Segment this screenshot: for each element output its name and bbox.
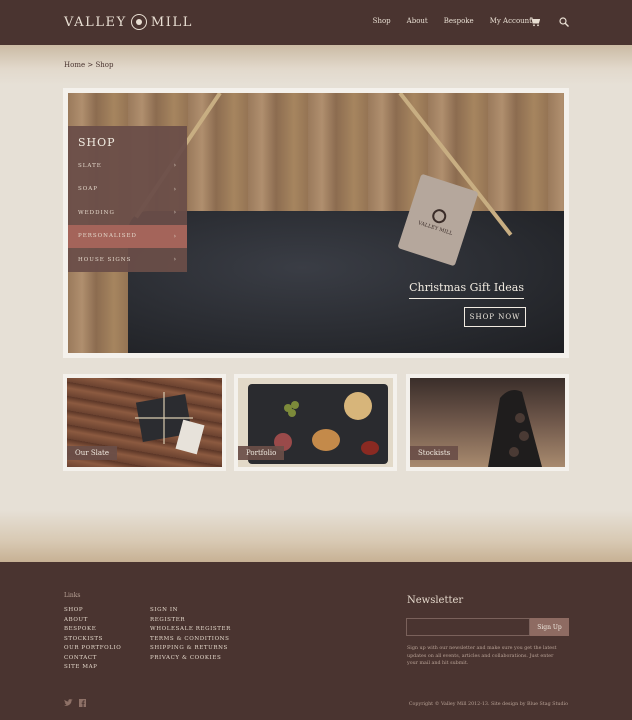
footer-link-sign-in[interactable]: SIGN IN xyxy=(150,607,231,613)
facebook-icon[interactable] xyxy=(79,699,86,707)
newsletter-title: Newsletter xyxy=(407,595,464,606)
footer-link-terms[interactable]: TERMS & CONDITIONS xyxy=(150,636,231,642)
menu-item-soap[interactable]: SOAP › xyxy=(68,178,187,202)
menu-item-label: WEDDING xyxy=(78,209,115,216)
tile-our-slate[interactable]: Our Slate xyxy=(63,374,226,471)
nav-my-account[interactable]: My Account xyxy=(490,17,532,25)
menu-item-label: SLATE xyxy=(78,162,102,169)
breadcrumb: Home > Shop xyxy=(64,61,113,69)
chevron-right-icon: › xyxy=(173,185,177,193)
chevron-right-icon: › xyxy=(173,162,177,170)
chevron-right-icon: › xyxy=(173,256,177,264)
nav-bespoke[interactable]: Bespoke xyxy=(444,17,474,25)
tile-image-portfolio: Portfolio xyxy=(238,378,393,467)
menu-item-label: PERSONALISED xyxy=(78,233,137,240)
tile-image-stockists: Stockists xyxy=(410,378,565,467)
chevron-right-icon: › xyxy=(173,232,177,240)
footer-links-title: Links xyxy=(64,592,81,599)
twitter-icon[interactable] xyxy=(64,699,73,707)
footer-link-register[interactable]: REGISTER xyxy=(150,617,231,623)
footer-link-shop[interactable]: SHOP xyxy=(64,607,121,613)
menu-item-personalised[interactable]: PERSONALISED › xyxy=(68,224,187,248)
site-footer: Links SHOP ABOUT BESPOKE STOCKISTS OUR P… xyxy=(0,562,632,720)
footer-links-column-1: SHOP ABOUT BESPOKE STOCKISTS OUR PORTFOL… xyxy=(64,607,121,670)
nav-about[interactable]: About xyxy=(407,17,428,25)
tile-label: Stockists xyxy=(410,446,459,460)
hero-caption: Christmas Gift Ideas xyxy=(409,281,524,299)
footer-link-privacy[interactable]: PRIVACY & COOKIES xyxy=(150,655,231,661)
tile-label: Our Slate xyxy=(67,446,117,460)
main-nav: Shop About Bespoke My Account xyxy=(373,17,532,25)
tile-label: Portfolio xyxy=(238,446,285,460)
menu-item-house-signs[interactable]: HOUSE SIGNS › xyxy=(68,248,187,272)
sign-up-button[interactable]: Sign Up xyxy=(530,618,569,636)
tile-image-our-slate: Our Slate xyxy=(67,378,222,467)
tile-stockists[interactable]: Stockists xyxy=(406,374,569,471)
shop-category-menu: SHOP SLATE › SOAP › WEDDING › PERSONALIS… xyxy=(68,126,187,272)
newsletter-description: Sign up with our newsletter and make sur… xyxy=(407,646,557,666)
footer-link-about[interactable]: ABOUT xyxy=(64,617,121,623)
menu-item-wedding[interactable]: WEDDING › xyxy=(68,201,187,225)
menu-item-label: SOAP xyxy=(78,186,98,193)
copyright-text: Copyright © Valley Mill 2012-13. Site de… xyxy=(408,702,568,707)
social-links xyxy=(64,699,86,707)
tag-emblem-icon xyxy=(430,206,449,225)
tag-brand: VALLEY MILL xyxy=(417,219,454,237)
logo[interactable]: VALLEY MILL xyxy=(64,12,193,32)
cart-icon[interactable] xyxy=(530,17,540,27)
footer-links-column-2: SIGN IN REGISTER WHOLESALE REGISTER TERM… xyxy=(150,607,231,661)
breadcrumb-current: Shop xyxy=(95,61,114,69)
breadcrumb-separator: > xyxy=(85,61,96,69)
menu-item-slate[interactable]: SLATE › xyxy=(68,154,187,178)
site-header: VALLEY MILL Shop About Bespoke My Accoun… xyxy=(0,0,632,45)
logo-text-mill: MILL xyxy=(150,14,193,30)
footer-link-bespoke[interactable]: BESPOKE xyxy=(64,626,121,632)
nav-shop[interactable]: Shop xyxy=(373,17,391,25)
logo-text-valley: VALLEY xyxy=(64,14,127,30)
wood-band-bottom xyxy=(0,510,632,562)
chevron-right-icon: › xyxy=(173,209,177,217)
search-icon[interactable] xyxy=(559,17,569,27)
logo-emblem-icon xyxy=(130,14,147,30)
shop-now-button[interactable]: SHOP NOW xyxy=(464,307,526,327)
footer-link-wholesale-register[interactable]: WHOLESALE REGISTER xyxy=(150,626,231,632)
footer-link-contact[interactable]: CONTACT xyxy=(64,655,121,661)
footer-link-portfolio[interactable]: OUR PORTFOLIO xyxy=(64,645,121,651)
footer-link-site-map[interactable]: SITE MAP xyxy=(64,664,121,670)
newsletter-email-input[interactable] xyxy=(406,618,530,636)
tile-portfolio[interactable]: Portfolio xyxy=(234,374,397,471)
footer-link-shipping[interactable]: SHIPPING & RETURNS xyxy=(150,645,231,651)
breadcrumb-home[interactable]: Home xyxy=(64,61,85,69)
footer-link-stockists[interactable]: STOCKISTS xyxy=(64,636,121,642)
menu-item-label: HOUSE SIGNS xyxy=(78,256,132,263)
shop-menu-title: SHOP xyxy=(78,136,116,149)
